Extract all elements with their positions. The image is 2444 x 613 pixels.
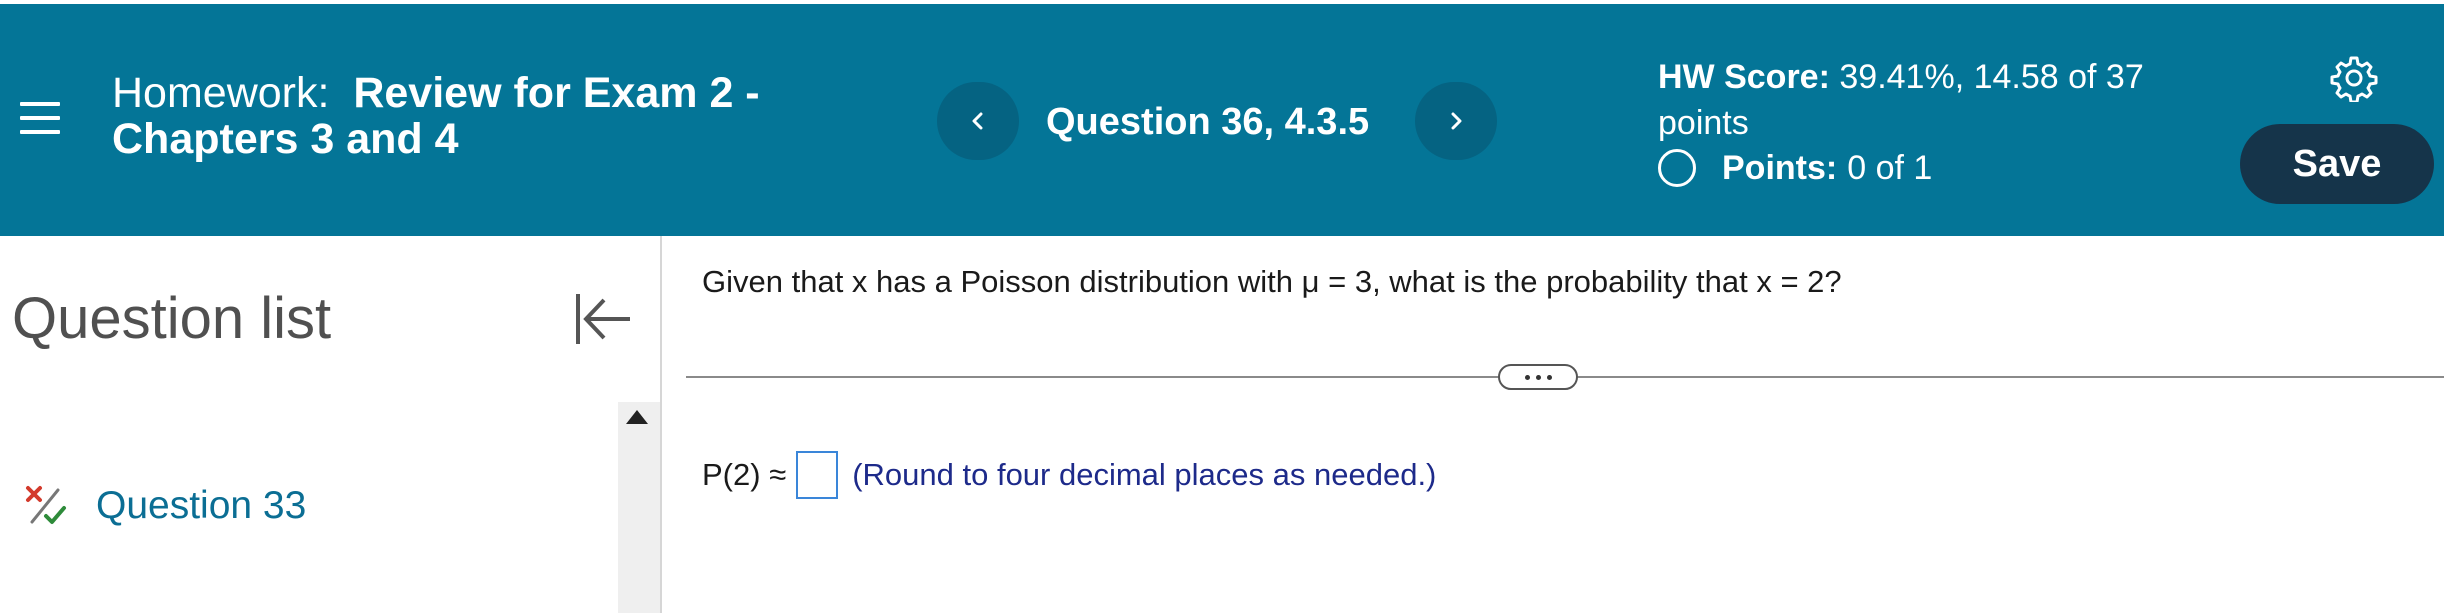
previous-question-button[interactable] [937,82,1019,160]
points-status: Points: 0 of 1 [1658,144,1932,192]
next-question-button[interactable] [1415,82,1497,160]
ellipsis-dot-icon [1535,374,1541,380]
hw-score-value: 39.41%, 14.58 of 37 [1839,58,2144,96]
sidebar-scrollbar[interactable] [618,402,660,613]
expand-more-button[interactable] [1498,364,1578,390]
question-list-sidebar: Question list Question 33 [0,236,662,613]
chevron-right-icon [1451,112,1462,130]
answer-label: P(2) ≈ [702,457,787,492]
question-content: Given that x has a Poisson distribution … [664,236,2444,613]
answer-input[interactable] [796,451,839,499]
points-value: 0 of 1 [1847,148,1933,187]
question-prompt: Given that x has a Poisson distribution … [702,264,1842,299]
scroll-up-arrow-icon[interactable] [626,410,648,424]
top-header: Homework: Review for Exam 2 - Chapters 3… [0,0,2444,236]
homework-title-line1: Review for Exam 2 - [353,69,760,117]
question-list-title: Question list [12,286,332,351]
answer-hint: (Round to four decimal places as needed.… [852,457,1437,492]
homework-title: Homework: Review for Exam 2 - Chapters 3… [112,70,872,162]
ellipsis-dot-icon [1546,374,1552,380]
points-status-circle-icon [1658,149,1696,187]
homework-prefix: Homework: [112,69,330,117]
hw-score: HW Score: 39.41%, 14.58 of 37 points [1658,54,2218,146]
points-label: Points: [1722,148,1838,187]
ellipsis-dot-icon [1524,374,1530,380]
hw-score-label: HW Score: [1658,58,1830,96]
question-number-label: Question 36, 4.3.5 [1046,101,1370,143]
question-list-item[interactable]: Question 33 [24,482,306,530]
partial-credit-icon [26,486,66,524]
hamburger-menu-icon[interactable] [20,100,60,136]
chevron-left-icon [972,112,983,130]
hw-score-value-cont: points [1658,104,1749,142]
collapse-left-icon[interactable] [572,288,634,350]
homework-title-line2: Chapters 3 and 4 [112,115,459,163]
gear-icon[interactable] [2330,54,2378,102]
question-list-item-label: Question 33 [96,484,307,527]
save-button[interactable]: Save [2240,124,2434,204]
answer-row: P(2) ≈ (Round to four decimal places as … [702,450,1436,500]
